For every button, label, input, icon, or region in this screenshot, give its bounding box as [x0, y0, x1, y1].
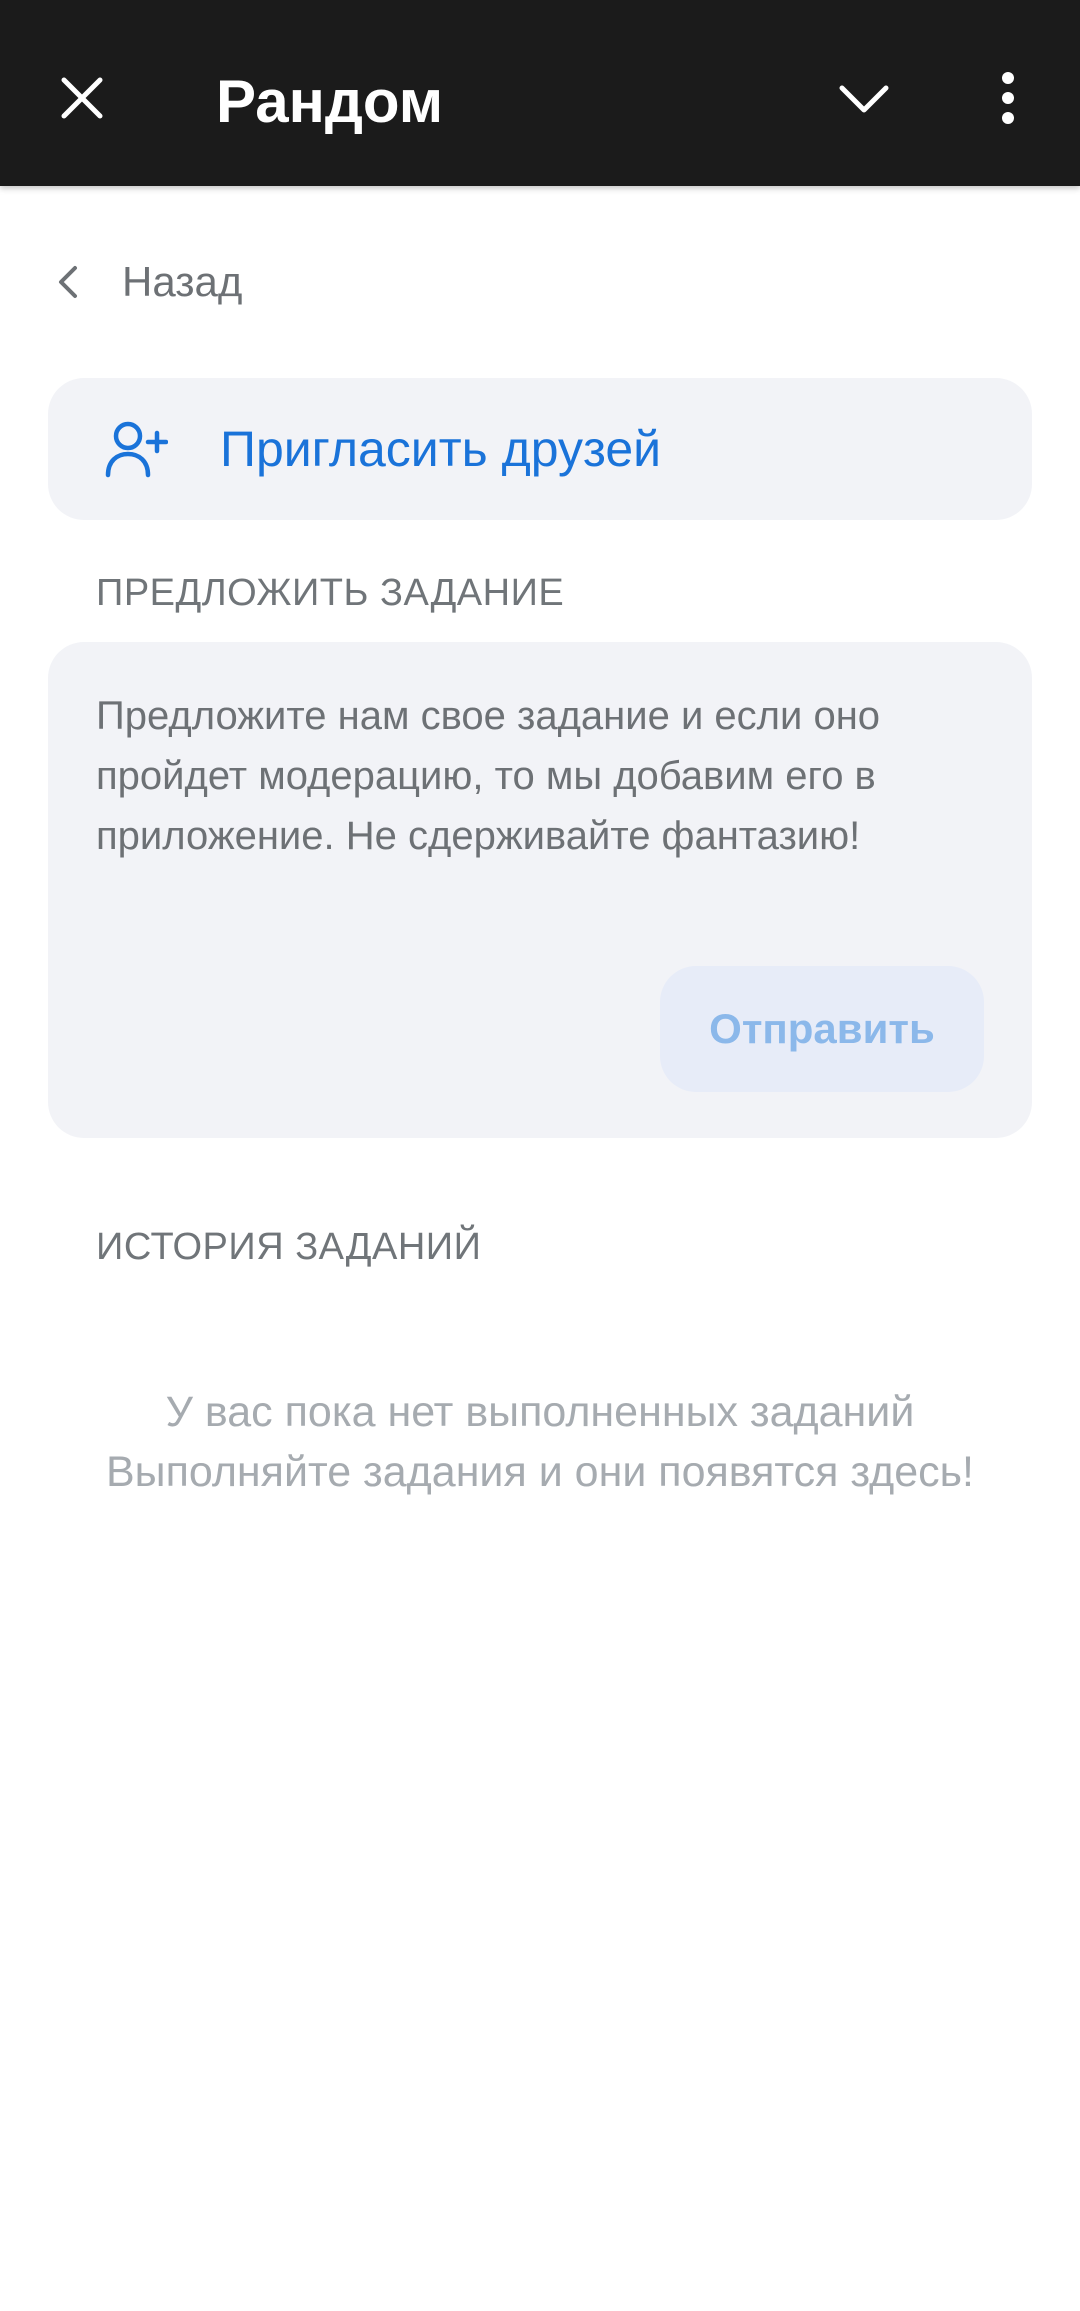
chevron-down-icon — [838, 82, 890, 119]
close-button[interactable] — [40, 58, 124, 142]
dropdown-button[interactable] — [822, 58, 906, 142]
suggest-task-header: ПРЕДЛОЖИТЬ ЗАДАНИЕ — [96, 572, 565, 614]
add-user-icon — [102, 415, 170, 483]
invite-friends-button[interactable]: Пригласить друзей — [48, 378, 1032, 520]
suggest-task-description: Предложите нам свое задание и если оно п… — [96, 694, 881, 858]
more-vertical-icon — [1000, 71, 1016, 129]
back-link[interactable]: Назад — [48, 244, 242, 320]
more-options-button[interactable] — [966, 58, 1050, 142]
close-icon — [58, 74, 106, 127]
app-title: Рандом — [216, 68, 444, 135]
chevron-left-icon — [48, 262, 88, 302]
invite-friends-label: Пригласить друзей — [220, 421, 662, 477]
empty-history-message: У вас пока нет выполненных заданий Выпол… — [48, 1382, 1032, 1502]
empty-history-line-2: Выполняйте задания и они появятся здесь! — [106, 1448, 974, 1496]
app-bar: Рандом — [0, 0, 1080, 186]
suggest-task-card: Предложите нам свое задание и если оно п… — [48, 642, 1032, 1138]
send-button[interactable]: Отправить — [660, 966, 984, 1092]
empty-history-line-1: У вас пока нет выполненных заданий — [165, 1388, 915, 1436]
task-history-header: ИСТОРИЯ ЗАДАНИЙ — [96, 1226, 482, 1268]
back-label: Назад — [122, 258, 243, 305]
